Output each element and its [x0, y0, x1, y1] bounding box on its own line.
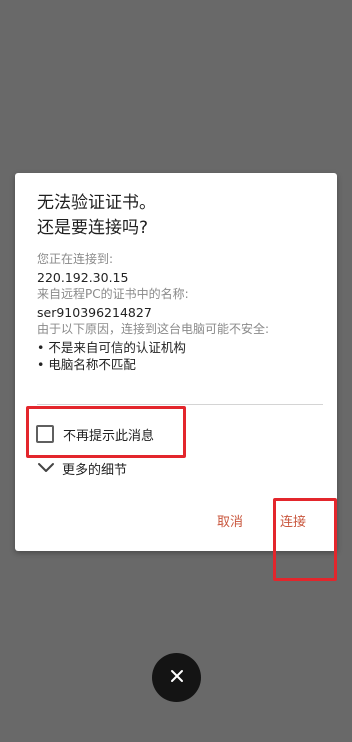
- connect-button[interactable]: 连接: [280, 513, 306, 533]
- certificate-name-label: 来自远程PC的证书中的名称:: [37, 287, 189, 301]
- reason-item: • 电脑名称不匹配: [37, 357, 136, 372]
- certificate-warning-dialog: 无法验证证书。 还是要连接吗? 您正在连接到: 220.192.30.15 来自…: [15, 173, 337, 551]
- divider: [37, 404, 323, 405]
- cancel-button[interactable]: 取消: [217, 513, 243, 533]
- dont-show-again-label[interactable]: 不再提示此消息: [63, 425, 154, 444]
- certificate-name-value: ser910396214827: [37, 304, 152, 320]
- dialog-title: 无法验证证书。 还是要连接吗?: [37, 191, 322, 241]
- more-details-label[interactable]: 更多的细节: [62, 459, 127, 478]
- dont-show-again-checkbox-row[interactable]: 不再提示此消息: [36, 423, 154, 445]
- connecting-to-label: 您正在连接到:: [37, 252, 114, 266]
- dont-show-again-checkbox[interactable]: [36, 425, 54, 443]
- reason-item: • 不是来自可信的认证机构: [37, 339, 186, 355]
- dialog-title-line-2: 还是要连接吗?: [37, 218, 149, 238]
- certificate-info: 您正在连接到: 220.192.30.15 来自远程PC的证书中的名称: ser…: [37, 251, 327, 374]
- chevron-down-icon[interactable]: [37, 459, 55, 478]
- more-details-toggle[interactable]: 更多的细节: [37, 457, 127, 479]
- reason-label: 由于以下原因，连接到这台电脑可能不安全:: [37, 322, 270, 336]
- dialog-title-line-1: 无法验证证书。: [37, 193, 156, 213]
- close-icon[interactable]: [169, 668, 185, 688]
- connecting-to-value: 220.192.30.15: [37, 269, 129, 285]
- close-button[interactable]: [152, 653, 201, 702]
